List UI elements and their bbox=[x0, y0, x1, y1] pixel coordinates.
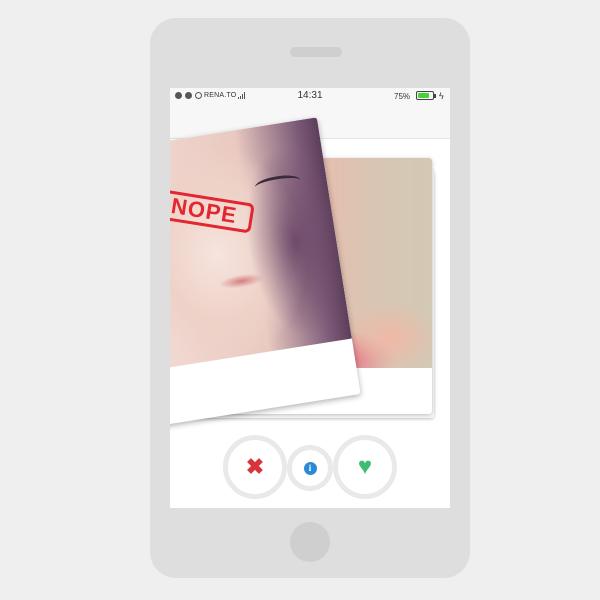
photo-eye-detail bbox=[253, 172, 302, 195]
info-button[interactable]: i bbox=[287, 445, 333, 491]
app-screen: RENA.TO 14:31 75% ϟ NOPE ✖ i ♥ bbox=[170, 88, 450, 508]
battery-level-fill bbox=[418, 93, 429, 98]
action-bar: ✖ i ♥ bbox=[170, 433, 450, 503]
phone-speaker bbox=[290, 47, 342, 57]
battery-icon bbox=[416, 91, 434, 100]
nope-stamp: NOPE bbox=[170, 188, 255, 234]
profile-photo-current: NOPE bbox=[170, 117, 352, 372]
home-button[interactable] bbox=[290, 522, 330, 562]
charging-bolt-icon: ϟ bbox=[439, 91, 444, 101]
x-icon: ✖ bbox=[245, 454, 265, 479]
battery-percentage: 75% bbox=[394, 92, 411, 101]
nope-button[interactable]: ✖ bbox=[223, 435, 287, 499]
battery-cap bbox=[434, 94, 436, 98]
info-icon: i bbox=[303, 461, 317, 475]
heart-icon: ♥ bbox=[357, 453, 373, 480]
status-bar: RENA.TO 14:31 75% ϟ bbox=[170, 88, 450, 104]
like-button[interactable]: ♥ bbox=[333, 435, 397, 499]
